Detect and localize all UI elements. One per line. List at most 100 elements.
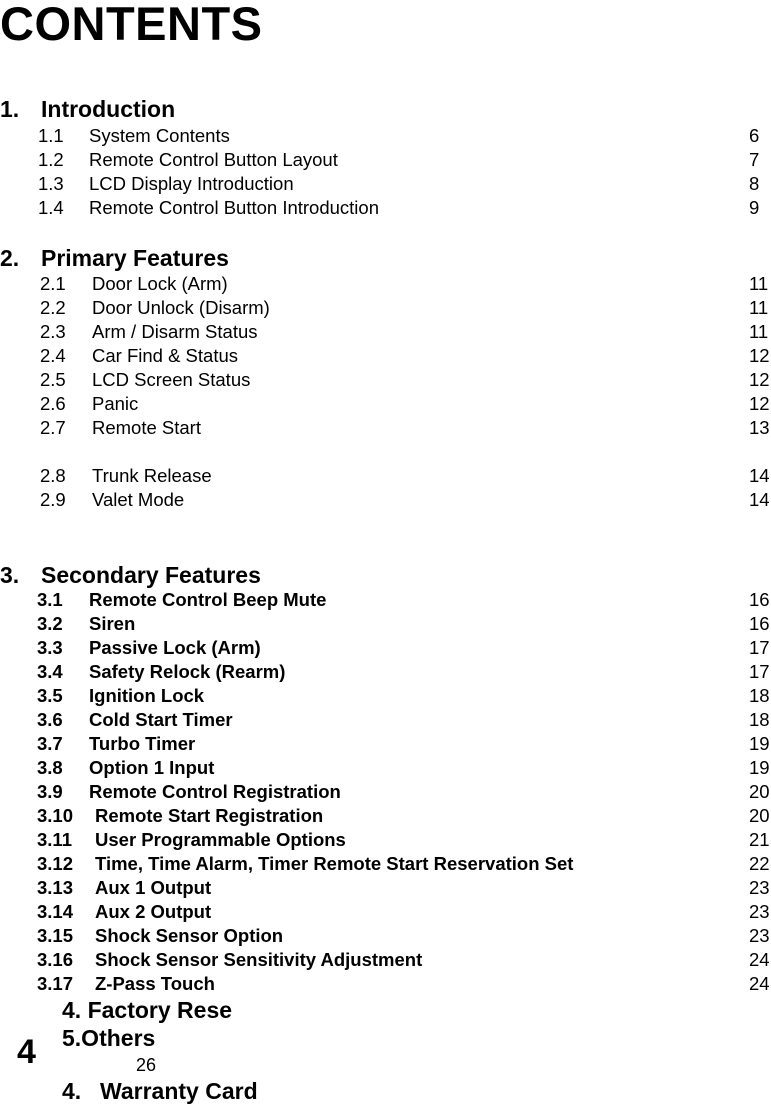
toc-entry[interactable]: 3.5 Ignition Lock 18 — [0, 685, 771, 709]
toc-entry[interactable]: 3.11 User Programmable Options 21 — [0, 829, 771, 853]
toc-entry[interactable]: 3.8 Option 1 Input 19 — [0, 757, 771, 781]
toc-entry[interactable]: 2.7 Remote Start 13 — [0, 417, 771, 441]
toc-entry[interactable]: 3.14 Aux 2 Output 23 — [0, 901, 771, 925]
toc-entry-label: Remote Start — [92, 417, 201, 438]
toc-entry[interactable]: 3.6 Cold Start Timer 18 — [0, 709, 771, 733]
toc-entry-label: Shock Sensor Sensitivity Adjustment — [95, 949, 423, 970]
toc-entry-number: 3.5 — [37, 685, 63, 706]
toc-entry[interactable]: 3.2 Siren 16 — [0, 613, 771, 637]
toc-entry-page: 24 — [749, 973, 770, 994]
toc-entry[interactable]: 3.3 Passive Lock (Arm) 17 — [0, 637, 771, 661]
toc-entry-label: LCD Display Introduction — [89, 173, 294, 194]
section-number: 2. — [0, 245, 20, 271]
section-heading-secondary-features[interactable]: 3. Secondary Features — [0, 562, 261, 589]
toc-entry[interactable]: 2.8 Trunk Release 14 — [0, 465, 771, 489]
toc-entry-page: 14 — [749, 489, 770, 510]
toc-entry-number: 2.4 — [40, 345, 66, 366]
toc-entry[interactable]: 3.12 Time, Time Alarm, Timer Remote Start… — [0, 853, 771, 877]
toc-entry-number: 1.3 — [38, 173, 64, 194]
toc-entry-label: Siren — [89, 613, 136, 634]
toc-entry-others[interactable]: 5.Others — [62, 1025, 155, 1052]
toc-entry-number: 3.9 — [37, 781, 63, 802]
toc-entry-number: 3.11 — [37, 829, 72, 850]
section-heading-introduction[interactable]: 1. Introduction — [0, 96, 175, 123]
toc-entry-label: Turbo Timer — [89, 733, 196, 754]
toc-entry-number: 3.4 — [37, 661, 63, 682]
toc-entry-label: Safety Relock (Rearm) — [89, 661, 286, 682]
section-number: 1. — [0, 96, 20, 122]
toc-entry[interactable]: 2.2 Door Unlock (Disarm) 11 — [0, 297, 771, 321]
toc-entry-page: 20 — [749, 781, 770, 802]
toc-entry-page: 22 — [749, 853, 770, 874]
toc-entry-page: 23 — [749, 925, 770, 946]
toc-entry-label: User Programmable Options — [95, 829, 346, 850]
toc-entry[interactable]: 3.9 Remote Control Registration 20 — [0, 781, 771, 805]
toc-entry-warranty-card[interactable]: 4. Warranty Card — [62, 1078, 258, 1105]
toc-entry-number: 3.15 — [37, 925, 74, 946]
toc-entry-number: 2.8 — [40, 465, 66, 486]
toc-entry-page: 23 — [749, 901, 770, 922]
toc-entry-page: 19 — [749, 757, 770, 778]
toc-entry[interactable]: 3.1 Remote Control Beep Mute 16 — [0, 589, 771, 613]
toc-entry-number: 3.12 — [37, 853, 74, 874]
toc-entry-label: Remote Start Registration — [95, 805, 324, 826]
toc-entry-label: Valet Mode — [92, 489, 185, 510]
toc-entry[interactable]: 1.4 Remote Control Button Introduction 9 — [0, 197, 771, 221]
toc-entry-page: 18 — [749, 709, 770, 730]
toc-entry-page: 19 — [749, 733, 770, 754]
toc-entry[interactable]: 3.16 Shock Sensor Sensitivity Adjustment 2… — [0, 949, 771, 973]
toc-entry[interactable]: 2.5 LCD Screen Status 12 — [0, 369, 771, 393]
toc-entry-number: 3.1 — [37, 589, 63, 610]
toc-entry-label: Trunk Release — [92, 465, 212, 486]
toc-entry-label: Cold Start Timer — [89, 709, 233, 730]
toc-entry-page: 11 — [749, 321, 769, 342]
toc-entry[interactable]: 2.9 Valet Mode 14 — [0, 489, 771, 513]
toc-entry[interactable]: 1.2 Remote Control Button Layout 7 — [0, 149, 771, 173]
toc-entry[interactable]: 2.3 Arm / Disarm Status 11 — [0, 321, 771, 345]
toc-entry-others-page: 26 — [136, 1055, 157, 1075]
toc-entry-page: 9 — [749, 197, 760, 218]
toc-entry-number: 1.2 — [38, 149, 64, 170]
section-title: Secondary Features — [41, 562, 261, 588]
toc-entry[interactable]: 3.10 Remote Start Registration 20 — [0, 805, 771, 829]
toc-entry-page: 16 — [749, 613, 770, 634]
toc-entry-number: 3.6 — [37, 709, 63, 730]
toc-entry-page: 17 — [749, 661, 770, 682]
section-heading-primary-features[interactable]: 2. Primary Features — [0, 245, 229, 272]
toc-entry-label: Car Find & Status — [92, 345, 239, 366]
toc-entry-page: 21 — [749, 829, 770, 850]
toc-entry-number: 2.1 — [40, 273, 66, 294]
toc-entry[interactable]: 2.6 Panic 12 — [0, 393, 771, 417]
toc-entry-factory-reset[interactable]: 4. Factory Rese — [62, 997, 232, 1024]
toc-entry-page: 17 — [749, 637, 770, 658]
toc-entry[interactable]: 1.3 LCD Display Introduction 8 — [0, 173, 771, 197]
page-title: CONTENTS — [0, 0, 263, 50]
toc-entry[interactable]: 3.13 Aux 1 Output 23 — [0, 877, 771, 901]
toc-entry-label: System Contents — [89, 125, 230, 146]
toc-entry[interactable]: 3.15 Shock Sensor Option 23 — [0, 925, 771, 949]
toc-entry-page: 13 — [749, 417, 770, 438]
toc-entry[interactable]: 2.1 Door Lock (Arm) 11 — [0, 273, 771, 297]
toc-entry-page: 8 — [749, 173, 760, 194]
toc-entry-page: 7 — [749, 149, 760, 170]
toc-entry-label: Remote Control Registration — [89, 781, 341, 802]
toc-entry-label: Time, Time Alarm, Timer Remote Start Res… — [95, 853, 574, 874]
toc-entry-label: Aux 2 Output — [95, 901, 212, 922]
toc-entry-label: Aux 1 Output — [95, 877, 212, 898]
toc-entry-label: Z-Pass Touch — [95, 973, 215, 994]
toc-entry-number: 3.13 — [37, 877, 74, 898]
toc-entry-number: 3.10 — [37, 805, 74, 826]
toc-entry-label: Remote Control Beep Mute — [89, 589, 327, 610]
toc-entry[interactable]: 1.1 System Contents 6 — [0, 125, 771, 149]
toc-entry-label: Arm / Disarm Status — [92, 321, 258, 342]
toc-entry[interactable]: 2.4 Car Find & Status 12 — [0, 345, 771, 369]
toc-entry-label: Door Unlock (Disarm) — [92, 297, 270, 318]
toc-entry-page: 12 — [749, 345, 770, 366]
toc-entry[interactable]: 3.17 Z-Pass Touch 24 — [0, 973, 771, 997]
toc-entry[interactable]: 3.7 Turbo Timer 19 — [0, 733, 771, 757]
toc-entry-page: 11 — [749, 273, 769, 294]
toc-entry-number: 3.17 — [37, 973, 74, 994]
toc-entry-page: 18 — [749, 685, 770, 706]
toc-entry[interactable]: 3.4 Safety Relock (Rearm) 17 — [0, 661, 771, 685]
toc-entry-page: 12 — [749, 369, 770, 390]
